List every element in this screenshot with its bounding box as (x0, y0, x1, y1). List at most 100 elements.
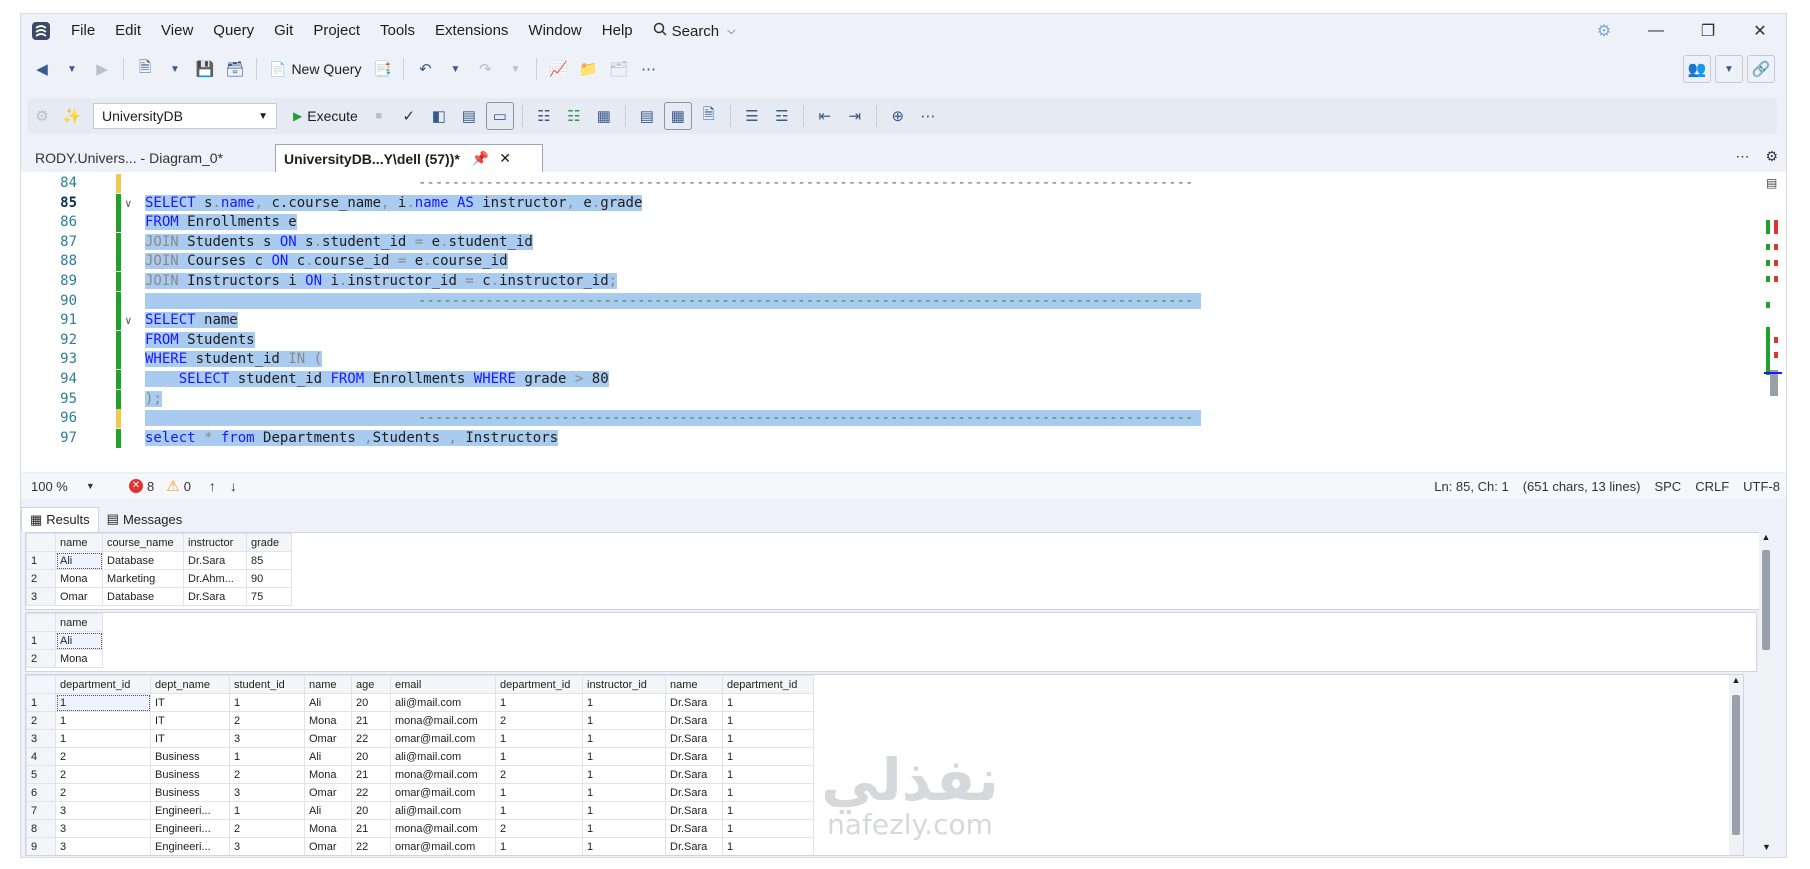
column-header[interactable]: name (304, 675, 352, 694)
code-line[interactable]: 91 ∨ SELECT name (21, 311, 1786, 331)
scroll-up-icon[interactable]: ▲ (1729, 675, 1743, 685)
actual-plan-icon[interactable]: ☷ (531, 103, 557, 129)
results-to-grid-icon[interactable]: ▦ (663, 102, 692, 130)
grid-cell[interactable]: Dr.Sara (665, 819, 723, 838)
grid-cell[interactable]: Omar (55, 587, 103, 606)
grid-cell[interactable]: 2 (55, 783, 151, 802)
column-header[interactable]: student_id (229, 675, 305, 694)
query-file-icon[interactable]: 📑 (369, 56, 395, 82)
database-select[interactable]: UniversityDB ▼ (93, 103, 277, 129)
column-header[interactable]: department_id (722, 675, 814, 694)
code-line[interactable]: 92 FROM Students (21, 330, 1786, 350)
back-icon[interactable]: ◀ (29, 56, 55, 82)
table-row[interactable]: 1 Ali Database Dr.Sara 85 (26, 551, 292, 570)
table-row[interactable]: 3 Omar Database Dr.Sara 75 (26, 587, 292, 606)
code-line[interactable]: 89 JOIN Instructors i ON i.instructor_id … (21, 272, 1786, 291)
grid-cell[interactable]: 1 (495, 783, 583, 802)
new-file-icon[interactable]: 🗎 (132, 56, 158, 82)
grid-cell[interactable]: mona@mail.com (390, 711, 496, 730)
column-header[interactable]: name (55, 533, 103, 552)
grid-cell[interactable]: 3 (55, 819, 151, 838)
template-explorer-icon[interactable]: 🗂 (605, 56, 631, 82)
grid-cell[interactable]: Mona (55, 569, 103, 588)
table-row[interactable]: 6 2 Business 3 Omar 22 omar@mail.com 1 1 Dr.Sara 1 (26, 783, 814, 802)
grid-cell[interactable]: Database (102, 587, 184, 606)
scroll-thumb[interactable] (1762, 550, 1770, 650)
grid-cell[interactable]: 1 (495, 747, 583, 766)
grid-cell[interactable]: 20 (351, 801, 391, 820)
grid-cell[interactable]: 2 (55, 747, 151, 766)
next-issue-icon[interactable]: ↓ (230, 478, 237, 494)
query-options-icon[interactable]: ▤ (456, 103, 482, 129)
grid-cell[interactable]: 2 (229, 765, 305, 784)
gear-icon[interactable]: ⚙ (1765, 148, 1778, 165)
grid-cell[interactable]: Engineeri... (150, 837, 230, 855)
grid3-scrollbar[interactable]: ▲ (1729, 675, 1743, 855)
grid-cell[interactable]: 1 (229, 801, 305, 820)
fold-chevron-icon[interactable]: ∨ (125, 194, 132, 213)
results-scrollbar[interactable]: ▲ (1759, 532, 1773, 857)
column-header[interactable]: age (351, 675, 391, 694)
grid-cell[interactable]: Omar (304, 729, 352, 748)
grid-cell[interactable]: 20 (351, 747, 391, 766)
code-line[interactable]: 84 --------------------------------------… (21, 174, 1786, 193)
grid-cell[interactable]: Dr.Sara (665, 801, 723, 820)
line-ending[interactable]: CRLF (1695, 479, 1729, 494)
grid-cell[interactable]: 1 (582, 801, 666, 820)
grid-cell[interactable]: 3 (229, 729, 305, 748)
encoding[interactable]: UTF-8 (1743, 479, 1780, 494)
grid-cell[interactable]: omar@mail.com (390, 837, 496, 855)
grid-corner[interactable] (26, 675, 56, 694)
grid-cell[interactable]: IT (150, 693, 230, 712)
code-line[interactable]: 90 --------------------------------------… (21, 291, 1786, 311)
split-icon[interactable]: ▤ (1766, 176, 1777, 190)
results-to-text-icon[interactable]: ▤ (634, 103, 660, 129)
tab-query[interactable]: UniversityDB...Y\dell (57))* 📌 ✕ (275, 144, 543, 172)
grid-cell[interactable]: Ali (304, 693, 352, 712)
grid-cell[interactable]: 1 (55, 711, 151, 730)
column-header[interactable]: dept_name (150, 675, 230, 694)
results-to-text-icon[interactable]: ▭ (485, 102, 514, 130)
row-number[interactable]: 2 (26, 569, 56, 588)
grid-cell[interactable]: 22 (351, 837, 391, 855)
object-explorer-icon[interactable]: 📁 (575, 56, 601, 82)
grid-cell[interactable]: 1 (582, 729, 666, 748)
table-row[interactable]: 8 3 Engineeri... 2 Mona 21 mona@mail.com 2 1 Dr.S… (26, 819, 814, 838)
grid-cell[interactable]: 21 (351, 765, 391, 784)
column-header[interactable]: department_id (495, 675, 583, 694)
grid-cell[interactable]: omar@mail.com (390, 783, 496, 802)
code-line[interactable]: 96 --------------------------------------… (21, 409, 1786, 429)
previous-issue-icon[interactable]: ↑ (209, 478, 216, 494)
grid-cell[interactable]: 1 (582, 693, 666, 712)
grid-cell[interactable]: 3 (229, 783, 305, 802)
sql-editor[interactable]: 84 --------------------------------------… (21, 172, 1786, 472)
change-connection-icon[interactable]: ✨ (59, 103, 85, 129)
restore-button[interactable]: ❐ (1682, 21, 1734, 41)
grid-cell[interactable]: Business (150, 747, 230, 766)
code-line[interactable]: 86 FROM Enrollments e (21, 213, 1786, 233)
grid-cell[interactable]: 2 (229, 711, 305, 730)
grid-cell[interactable]: Business (150, 783, 230, 802)
scroll-thumb[interactable] (1732, 695, 1740, 835)
code-line[interactable]: 95); (21, 389, 1786, 409)
row-number[interactable]: 1 (26, 693, 56, 712)
grid-cell[interactable]: Engineeri... (150, 801, 230, 820)
increase-indent-icon[interactable]: ⇥ (842, 103, 868, 129)
grid-cell[interactable]: 1 (495, 837, 583, 855)
grid-cell[interactable]: 1 (55, 729, 151, 748)
menu-item-help[interactable]: Help (592, 14, 643, 48)
grid-cell[interactable]: 1 (722, 693, 814, 712)
column-header[interactable]: grade (246, 533, 292, 552)
grid-cell[interactable]: Mona (55, 649, 103, 668)
table-row[interactable]: 1 Ali (26, 631, 103, 650)
grid-cell[interactable]: 1 (722, 711, 814, 730)
results-to-file-icon[interactable]: 🗎 (696, 103, 722, 129)
grid-cell[interactable]: Dr.Sara (183, 551, 247, 570)
table-row[interactable]: 5 2 Business 2 Mona 21 mona@mail.com 2 1 Dr.Sara 1 (26, 765, 814, 784)
grid-cell[interactable]: 22 (351, 783, 391, 802)
grid-cell[interactable]: 1 (582, 711, 666, 730)
row-number[interactable]: 1 (26, 551, 56, 570)
menu-item-extensions[interactable]: Extensions (425, 14, 518, 48)
grid-cell[interactable]: Omar (304, 837, 352, 855)
more-icon[interactable]: ⋯ (915, 103, 941, 129)
